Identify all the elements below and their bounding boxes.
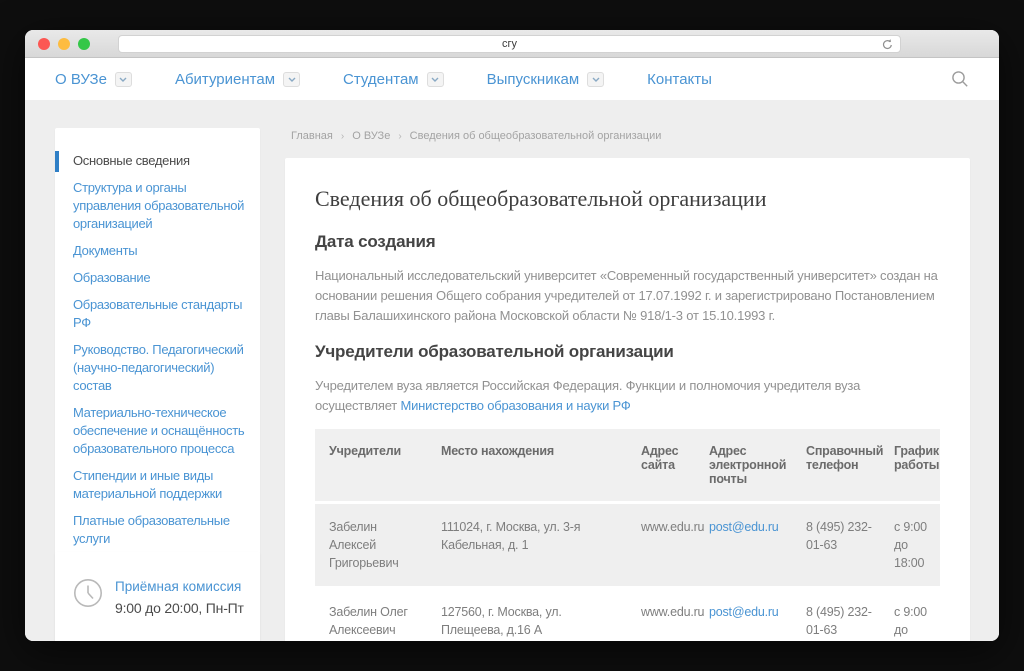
nav-item-applicants[interactable]: Абитуриентам	[175, 71, 300, 88]
reload-icon[interactable]	[881, 38, 894, 51]
admission-hours-text-block: Приёмная комиссия 9:00 до 20:00, Пн-Пт	[115, 578, 244, 616]
col-header-founders: Учредители	[315, 429, 433, 501]
admission-info-card: Приёмная комиссия 9:00 до 20:00, Пн-Пт	[55, 552, 260, 641]
cell-founder: Забелин Алексей Григорьевич	[315, 504, 433, 586]
breadcrumb-separator: ›	[398, 131, 401, 142]
founders-text: Учредителем вуза является Российская Фед…	[315, 376, 940, 416]
sidebar-item-scholarships[interactable]: Стипендии и иные виды материальной подде…	[73, 467, 245, 503]
breadcrumb-current: Сведения об общеобразовательной организа…	[410, 130, 662, 142]
section-heading-founders: Учредители образовательной организации	[315, 342, 940, 362]
section-heading-creation-date: Дата создания	[315, 232, 940, 252]
site-navbar: О ВУЗе Абитуриентам Студентам	[25, 58, 999, 100]
page-title: Сведения об общеобразовательной организа…	[315, 186, 940, 212]
nav-item-label: Выпускникам	[487, 71, 580, 88]
email-link[interactable]: post@edu.ru	[709, 605, 779, 619]
sidebar-item-label: Основные сведения	[73, 153, 190, 168]
nav-item-contacts[interactable]: Контакты	[647, 71, 712, 88]
cell-site: www.edu.ru	[633, 504, 701, 586]
sidebar-item-structure[interactable]: Структура и органы управления образовате…	[73, 179, 245, 233]
nav-item-graduates[interactable]: Выпускникам	[487, 71, 605, 88]
active-item-indicator	[55, 151, 59, 172]
cell-founder: Забелин Олег Алексеевич	[315, 589, 433, 641]
cell-email: post@edu.ru	[701, 589, 798, 641]
nav-dropdown-toggle[interactable]	[587, 72, 604, 87]
table-row: Забелин Олег Алексеевич 127560, г. Москв…	[315, 589, 940, 641]
cell-site: www.edu.ru	[633, 589, 701, 641]
sidebar-item-paid-services[interactable]: Платные образовательные услуги	[73, 512, 245, 548]
nav-dropdown-toggle[interactable]	[427, 72, 444, 87]
admission-hours-row: Приёмная комиссия 9:00 до 20:00, Пн-Пт	[73, 578, 246, 616]
nav-item-label: О ВУЗе	[55, 71, 107, 88]
founders-table: Учредители Место нахождения Адрес сайта …	[315, 426, 940, 641]
cell-email: post@edu.ru	[701, 504, 798, 586]
cell-schedule: с 9:00 до 18:00	[886, 589, 940, 641]
nav-item-label: Контакты	[647, 71, 712, 88]
breadcrumb-home[interactable]: Главная	[291, 130, 333, 142]
breadcrumb-about[interactable]: О ВУЗе	[352, 130, 390, 142]
sidebar-item-education[interactable]: Образование	[73, 269, 245, 287]
nav-dropdown-toggle[interactable]	[115, 72, 132, 87]
cell-address: 127560, г. Москва, ул. Плещеева, д.16 А	[433, 589, 633, 641]
col-header-location: Место нахождения	[433, 429, 633, 501]
sidebar-item-basic-info[interactable]: Основные сведения	[73, 152, 245, 170]
chevron-down-icon	[288, 77, 296, 82]
browser-titlebar: сгу	[25, 30, 999, 58]
email-link[interactable]: post@edu.ru	[709, 520, 779, 534]
address-bar-text: сгу	[502, 38, 517, 50]
sidebar-item-facilities[interactable]: Материально-техническое обеспечение и ос…	[73, 404, 245, 458]
sidebar-item-standards[interactable]: Образовательные стандарты РФ	[73, 296, 245, 332]
clock-icon	[73, 578, 103, 608]
browser-window: сгу О ВУЗе Абитуриентам	[25, 30, 999, 641]
chevron-down-icon	[592, 77, 600, 82]
minimize-window-button[interactable]	[58, 38, 70, 50]
main-content: Сведения об общеобразовательной организа…	[285, 158, 970, 641]
chevron-down-icon	[119, 77, 127, 82]
col-header-email: Адрес электронной почты	[701, 429, 798, 501]
admission-hours: 9:00 до 20:00, Пн-Пт	[115, 600, 244, 616]
ministry-link[interactable]: Министерство образования и науки РФ	[400, 398, 630, 413]
sidebar-item-leadership[interactable]: Руководство. Педагогический (научно-педа…	[73, 341, 245, 395]
cell-address: 111024, г. Москва, ул. 3-я Кабельная, д.…	[433, 504, 633, 586]
sidebar-item-documents[interactable]: Документы	[73, 242, 245, 260]
page-background: Основные сведения Структура и органы упр…	[25, 100, 999, 641]
cell-schedule: с 9:00 до 18:00	[886, 504, 940, 586]
breadcrumb: Главная › О ВУЗе › Сведения об общеобраз…	[291, 130, 661, 142]
creation-date-text: Национальный исследовательский университ…	[315, 266, 940, 326]
table-row: Забелин Алексей Григорьевич 111024, г. М…	[315, 504, 940, 586]
chevron-down-icon	[431, 77, 439, 82]
nav-item-students[interactable]: Студентам	[343, 71, 444, 88]
nav-item-about[interactable]: О ВУЗе	[55, 71, 132, 88]
close-window-button[interactable]	[38, 38, 50, 50]
nav-item-label: Абитуриентам	[175, 71, 275, 88]
col-header-phone: Справочный телефон	[798, 429, 886, 501]
zoom-window-button[interactable]	[78, 38, 90, 50]
nav-item-label: Студентам	[343, 71, 419, 88]
admission-committee-link[interactable]: Приёмная комиссия	[115, 579, 241, 594]
nav-items: О ВУЗе Абитуриентам Студентам	[55, 58, 712, 100]
cell-phone: 8 (495) 232-01-63	[798, 589, 886, 641]
col-header-schedule: График работы	[886, 429, 940, 501]
table-header-row: Учредители Место нахождения Адрес сайта …	[315, 429, 940, 501]
col-header-site: Адрес сайта	[633, 429, 701, 501]
nav-dropdown-toggle[interactable]	[283, 72, 300, 87]
search-icon[interactable]	[951, 70, 969, 88]
address-bar[interactable]: сгу	[118, 35, 901, 53]
cell-phone: 8 (495) 232-01-63	[798, 504, 886, 586]
breadcrumb-separator: ›	[341, 131, 344, 142]
